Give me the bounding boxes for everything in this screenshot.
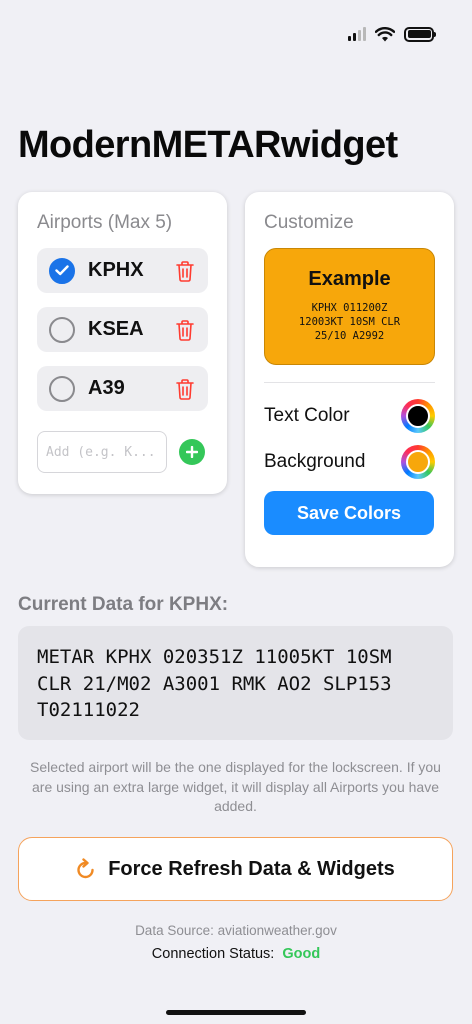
home-indicator bbox=[166, 1010, 306, 1015]
airport-code: A39 bbox=[88, 377, 125, 399]
checkmark-icon bbox=[55, 265, 69, 276]
trash-icon[interactable] bbox=[174, 259, 196, 283]
metar-line: CLR 21/M02 A3001 RMK AO2 SLP153 bbox=[37, 672, 392, 695]
trash-icon[interactable] bbox=[174, 377, 196, 401]
divider bbox=[264, 382, 435, 383]
airport-row-ksea[interactable]: KSEA bbox=[37, 307, 208, 352]
metar-display: METAR KPHX 020351Z 11005KT 10SM CLR 21/M… bbox=[18, 626, 453, 740]
customize-card: Customize Example KPHX 011200Z 12003KT 1… bbox=[245, 192, 454, 567]
trash-icon[interactable] bbox=[174, 318, 196, 342]
refresh-icon bbox=[77, 858, 94, 879]
airport-select-radio[interactable] bbox=[49, 375, 75, 402]
metar-line: METAR KPHX 020351Z 11005KT 10SM bbox=[37, 646, 392, 668]
save-colors-button[interactable]: Save Colors bbox=[264, 491, 434, 535]
background-color-swatch bbox=[406, 450, 430, 474]
airports-heading: Airports (Max 5) bbox=[37, 212, 173, 233]
connection-status-label: Connection Status: bbox=[151, 946, 275, 962]
airport-row-kphx[interactable]: KPHX bbox=[37, 248, 208, 293]
info-text: Selected airport will be the one display… bbox=[30, 759, 441, 814]
metar-line: T02111022 bbox=[37, 699, 140, 721]
customize-heading: Customize bbox=[264, 212, 354, 233]
text-color-picker[interactable] bbox=[401, 399, 435, 433]
plus-icon bbox=[186, 446, 198, 458]
wifi-icon bbox=[375, 26, 395, 41]
background-color-picker[interactable] bbox=[401, 445, 435, 479]
text-color-row: Text Color bbox=[264, 399, 435, 433]
airports-card: Airports (Max 5) KPHX KSEA A39 bbox=[18, 192, 227, 494]
current-data-heading: Current Data for KPHX: bbox=[18, 594, 229, 615]
example-line: KPHX 011200Z bbox=[311, 302, 388, 314]
connection-status: Connection Status: Good bbox=[0, 946, 472, 962]
example-title: Example bbox=[308, 268, 391, 290]
status-bar bbox=[348, 24, 436, 44]
text-color-label: Text Color bbox=[264, 405, 350, 426]
example-line: 12003KT 10SM CLR bbox=[298, 316, 401, 328]
example-metar: KPHX 011200Z 12003KT 10SM CLR 25/10 A299… bbox=[265, 301, 434, 343]
force-refresh-button[interactable]: Force Refresh Data & Widgets bbox=[18, 837, 453, 901]
add-airport-row bbox=[37, 431, 208, 473]
data-source-text: Data Source: aviationweather.gov bbox=[135, 923, 337, 938]
add-airport-button[interactable] bbox=[179, 439, 205, 465]
airport-code: KPHX bbox=[88, 259, 144, 281]
battery-icon bbox=[404, 26, 436, 42]
page-title: ModernMETARwidget bbox=[18, 124, 398, 166]
example-preview: Example KPHX 011200Z 12003KT 10SM CLR 25… bbox=[264, 248, 435, 365]
background-color-label: Background bbox=[264, 451, 366, 472]
force-refresh-label: Force Refresh Data & Widgets bbox=[108, 857, 395, 880]
connection-status-value: Good bbox=[282, 946, 321, 962]
example-line: 25/10 A2992 bbox=[314, 330, 385, 342]
background-color-row: Background bbox=[264, 445, 435, 479]
airport-row-a39[interactable]: A39 bbox=[37, 366, 208, 411]
airport-select-radio[interactable] bbox=[49, 257, 75, 284]
airport-select-radio[interactable] bbox=[49, 316, 75, 343]
text-color-swatch bbox=[406, 404, 430, 428]
signal-icon bbox=[348, 27, 366, 41]
airport-code: KSEA bbox=[88, 318, 144, 340]
add-airport-input[interactable] bbox=[37, 431, 167, 473]
